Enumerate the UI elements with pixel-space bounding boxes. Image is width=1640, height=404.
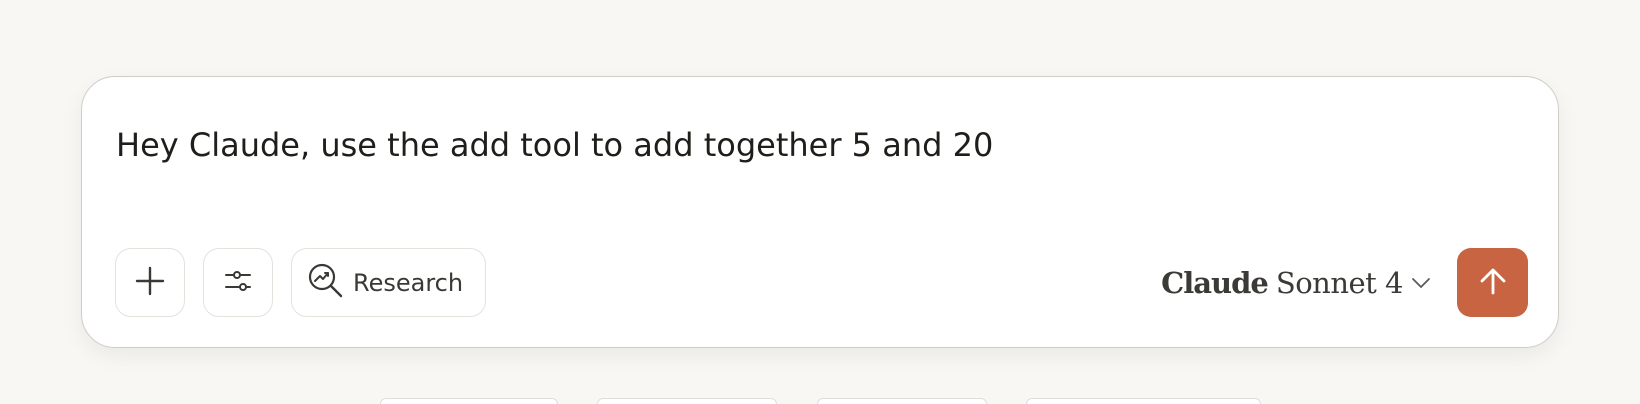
suggestion-chip-edge[interactable] — [817, 398, 987, 404]
message-input[interactable]: Hey Claude, use the add tool to add toge… — [116, 115, 1524, 175]
sliders-icon — [223, 266, 253, 300]
message-composer: Hey Claude, use the add tool to add toge… — [81, 76, 1559, 348]
suggestion-chip-edge[interactable] — [380, 398, 558, 404]
suggestion-chip-edge[interactable] — [1026, 398, 1261, 404]
model-variant: Sonnet 4 — [1275, 265, 1404, 300]
suggestion-chip-edge[interactable] — [597, 398, 777, 404]
chevron-down-icon — [1411, 276, 1431, 290]
model-selector[interactable]: Claude Sonnet 4 — [1161, 248, 1431, 317]
arrow-up-icon — [1477, 265, 1509, 301]
send-button[interactable] — [1457, 248, 1528, 317]
research-icon — [307, 262, 345, 304]
plus-icon — [135, 266, 165, 300]
tools-settings-button[interactable] — [203, 248, 273, 317]
research-label: Research — [353, 268, 464, 297]
research-button[interactable]: Research — [291, 248, 486, 317]
add-content-button[interactable] — [115, 248, 185, 317]
model-brand: Claude — [1161, 265, 1269, 300]
